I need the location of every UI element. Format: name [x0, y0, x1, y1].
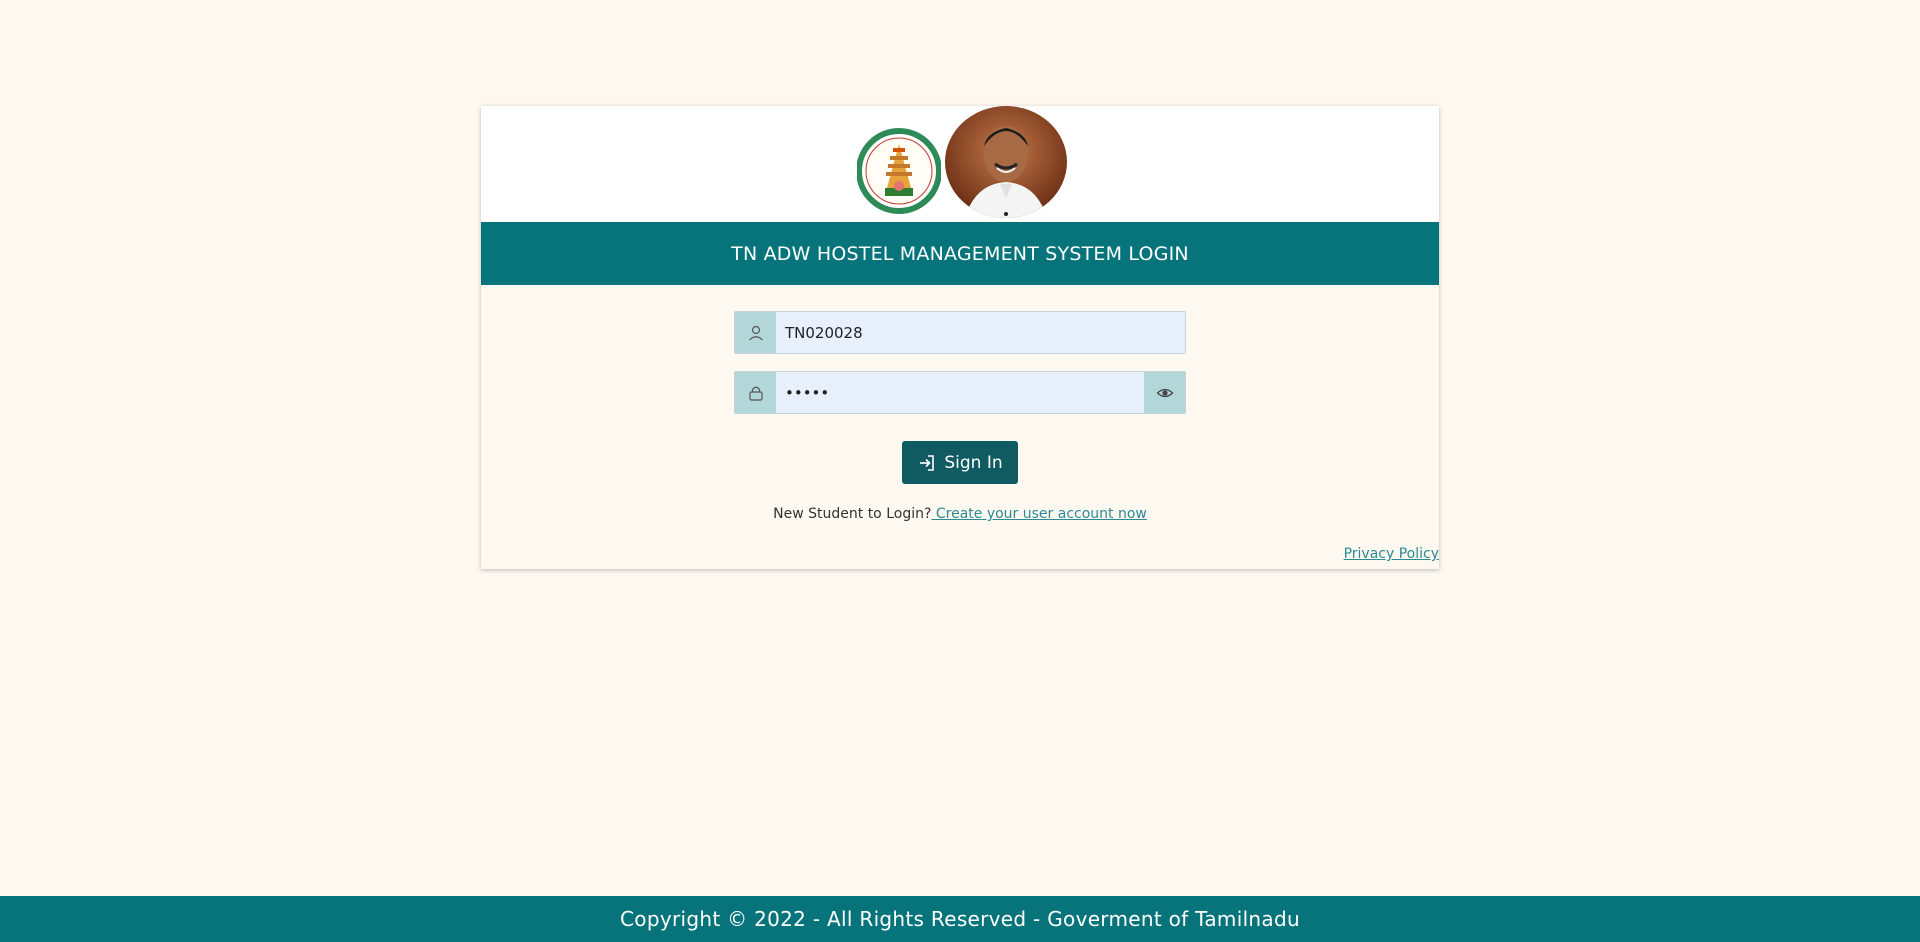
- lock-icon: [735, 372, 776, 413]
- chief-minister-portrait: [945, 106, 1067, 218]
- eye-icon[interactable]: [1144, 372, 1185, 413]
- page-title: TN ADW HOSTEL MANAGEMENT SYSTEM LOGIN: [481, 222, 1439, 285]
- signup-prompt-text: New Student to Login?: [773, 506, 932, 522]
- sign-in-button[interactable]: Sign In: [902, 441, 1018, 484]
- tamil-nadu-emblem-logo: [857, 128, 941, 214]
- username-input[interactable]: [776, 312, 1185, 353]
- user-icon: [735, 312, 776, 353]
- create-account-link[interactable]: Create your user account now: [931, 506, 1147, 522]
- sign-in-label: Sign In: [944, 452, 1003, 473]
- username-field-group: [734, 311, 1186, 354]
- signup-prompt: New Student to Login? Create your user a…: [481, 506, 1439, 522]
- login-card: TN ADW HOSTEL MANAGEMENT SYSTEM LOGIN TN…: [481, 106, 1439, 569]
- sign-in-icon: [920, 454, 935, 471]
- privacy-policy-link[interactable]: Privacy Policy: [1344, 546, 1439, 562]
- password-field-group: [734, 371, 1186, 414]
- footer-copyright: Copyright © 2022 - All Rights Reserved -…: [0, 896, 1920, 942]
- logo-area: [481, 106, 1439, 222]
- password-input[interactable]: [776, 372, 1144, 413]
